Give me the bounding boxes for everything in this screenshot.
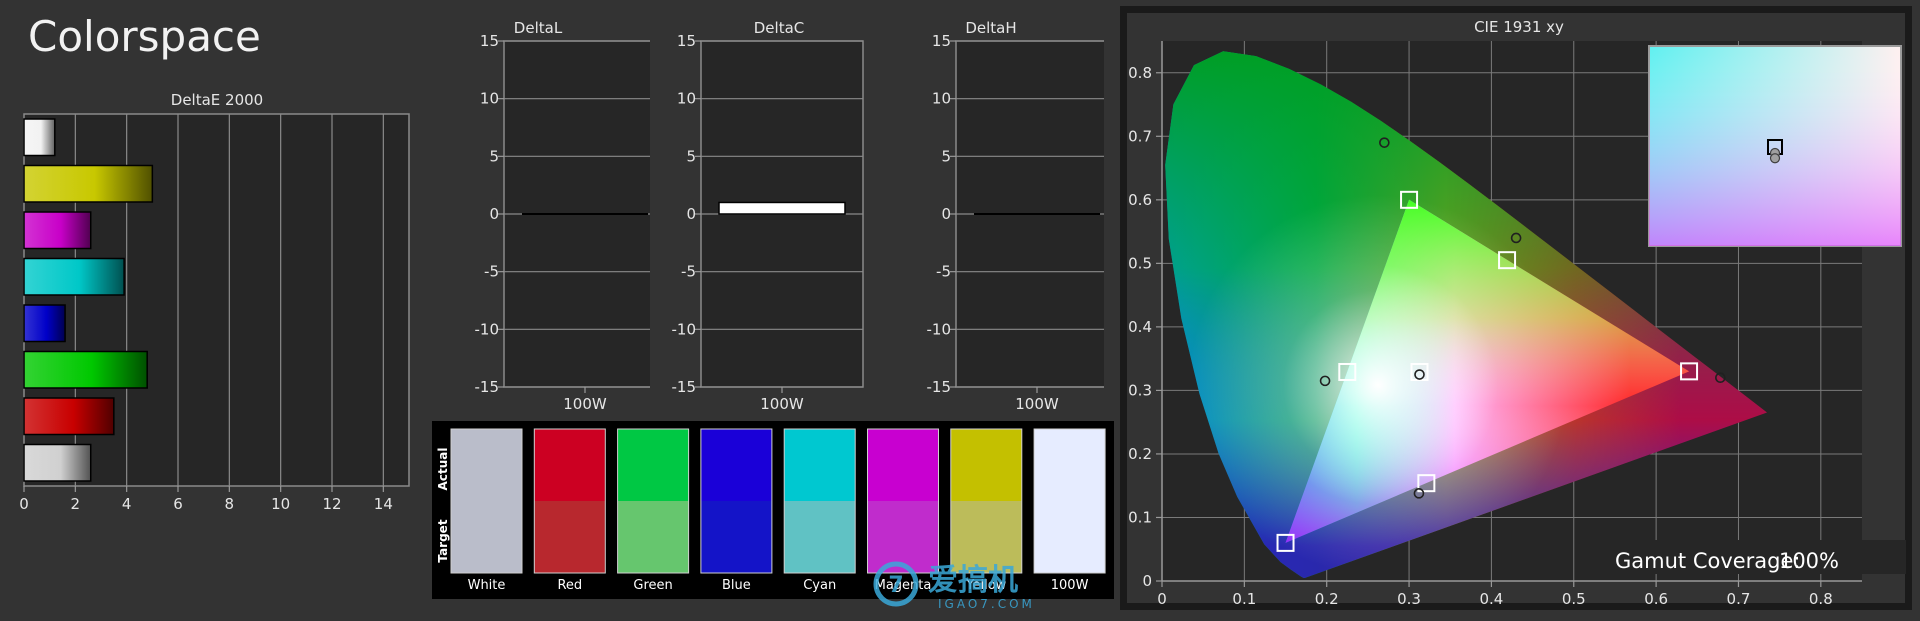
deltae-x-tick-label: 0: [19, 495, 29, 513]
cie-x-tick-label: 0.3: [1397, 590, 1421, 608]
deltae-bar: [23, 443, 92, 482]
deltae-bar: [23, 397, 115, 436]
deltae-bar: [23, 211, 92, 250]
swatch-actual: [950, 429, 1022, 501]
deltae-bar: [23, 350, 148, 389]
delta-y-tick-label: 10: [480, 90, 499, 108]
swatch-target: [617, 501, 689, 573]
delta-y-tick-label: -5: [484, 263, 499, 281]
cie-y-tick-label: 0.1: [1128, 508, 1152, 526]
swatch-actual: [534, 429, 606, 501]
row-label-target: Target: [436, 519, 450, 562]
deltah-title: DeltaH: [965, 19, 1016, 37]
swatch-label: Red: [557, 578, 582, 593]
delta-y-tick-label: 5: [686, 147, 696, 165]
swatch-label: Green: [633, 578, 672, 593]
delta-y-tick-label: 0: [489, 205, 499, 223]
cie-inset-shading: [1649, 46, 1901, 246]
cie-x-tick-label: 0.6: [1644, 590, 1668, 608]
cie-y-tick-label: 0.8: [1128, 64, 1152, 82]
delta-y-tick-label: 15: [480, 32, 499, 50]
cie-y-tick-label: 0.2: [1128, 445, 1152, 463]
delta-y-tick-label: -10: [475, 320, 500, 338]
deltae-x-tick-label: 6: [173, 495, 183, 513]
swatch-target: [451, 501, 522, 573]
swatch-target: [784, 501, 856, 573]
cie-y-tick-label: 0.4: [1128, 318, 1152, 336]
delta-y-tick-label: -10: [927, 320, 952, 338]
delta-y-tick-label: 15: [932, 32, 951, 50]
row-label-actual: Actual: [436, 448, 450, 491]
cie-y-tick-label: 0: [1142, 572, 1152, 590]
delta-x-tick-label: 100W: [760, 395, 804, 411]
cie-chart: CIE 1931 xy 0 0.1 0.2 0.3 0.4 0.5 0.6 0.7 0.8 0 0.…: [1120, 6, 1912, 610]
deltah-chart: DeltaH 15 10 5 0 -5 -10 -15 100W: [927, 19, 1104, 411]
swatch-target: [700, 501, 772, 573]
swatch-label: White: [468, 578, 506, 593]
cie-x-tick-label: 0.4: [1479, 590, 1503, 608]
watermark-logo-glyph: 7: [888, 573, 903, 598]
cie-y-tick-label: 0.3: [1128, 381, 1152, 399]
delta-y-tick-label: 5: [941, 147, 951, 165]
page-title: Colorspace: [28, 12, 261, 61]
deltae-bar: [23, 257, 125, 296]
deltae-title: DeltaE 2000: [171, 91, 263, 109]
cie-x-tick-label: 0.8: [1809, 590, 1833, 608]
deltae-x-tick-label: 4: [122, 495, 132, 513]
cie-inset-actual-point: [1769, 153, 1781, 164]
delta-y-tick-label: -5: [681, 263, 696, 281]
deltae-bar: [23, 118, 56, 157]
delta-y-tick-label: -15: [475, 378, 500, 396]
deltae-x-tick-label: 14: [374, 495, 393, 513]
swatch-label: Cyan: [803, 578, 836, 593]
delta-bar: [718, 201, 846, 215]
delta-y-tick-label: 5: [489, 147, 499, 165]
deltac-chart: DeltaC 15 10 5 0 -5 -10 -15 100W: [672, 19, 864, 411]
deltae-x-tick-label: 12: [322, 495, 341, 513]
swatch-actual: [784, 429, 856, 501]
delta-y-tick-label: -15: [672, 378, 697, 396]
gamut-coverage-value: 100%: [1779, 549, 1839, 573]
cie-x-tick-label: 0.7: [1727, 590, 1751, 608]
cie-x-tick-label: 0.1: [1232, 590, 1256, 608]
deltac-title: DeltaC: [754, 19, 805, 37]
deltae-bar: [23, 164, 154, 203]
swatch-actual: [451, 429, 522, 501]
cie-x-tick-label: 0.5: [1562, 590, 1586, 608]
deltal-chart: DeltaL 15 10 5 0 -5 -10 -15 100W: [475, 19, 650, 411]
gamut-coverage-label: Gamut Coverage:: [1615, 549, 1801, 573]
delta-y-tick-label: 10: [677, 90, 696, 108]
swatch-actual: [867, 429, 939, 501]
delta-y-tick-label: -15: [927, 378, 952, 396]
deltae-x-tick-label: 8: [225, 495, 235, 513]
cie-y-tick-label: 0.6: [1128, 191, 1152, 209]
deltae-x-tick-label: 10: [271, 495, 290, 513]
cie-title: CIE 1931 xy: [1474, 18, 1564, 36]
deltae-bar: [23, 304, 66, 343]
cie-y-tick-label: 0.7: [1128, 127, 1152, 145]
delta-x-tick-label: 100W: [1015, 395, 1059, 411]
watermark: 7 爱搞机 IGAO7.COM: [873, 561, 1035, 611]
cie-x-tick-label: 0: [1157, 590, 1167, 608]
deltal-title: DeltaL: [514, 19, 563, 37]
delta-y-tick-label: -5: [936, 263, 951, 281]
delta-y-tick-label: 0: [686, 205, 696, 223]
watermark-text: 爱搞机: [928, 563, 1018, 598]
delta-y-tick-label: 0: [941, 205, 951, 223]
delta-y-tick-label: 15: [677, 32, 696, 50]
cie-x-tick-label: 0.2: [1315, 590, 1339, 608]
swatch-target: [534, 501, 606, 573]
delta-x-tick-label: 100W: [563, 395, 607, 411]
deltae-chart: DeltaE 2000 0 2 4 6 8 10 12 14: [19, 91, 410, 513]
swatch-label: Blue: [722, 578, 751, 593]
swatch-actual: [617, 429, 689, 501]
swatch-actual: [1034, 429, 1106, 501]
deltae-x-tick-label: 2: [71, 495, 81, 513]
swatch-actual: [700, 429, 772, 501]
cie-y-tick-label: 0.5: [1128, 254, 1152, 272]
watermark-subtext: IGAO7.COM: [938, 597, 1035, 611]
delta-y-tick-label: -10: [672, 320, 697, 338]
delta-y-tick-label: 10: [932, 90, 951, 108]
